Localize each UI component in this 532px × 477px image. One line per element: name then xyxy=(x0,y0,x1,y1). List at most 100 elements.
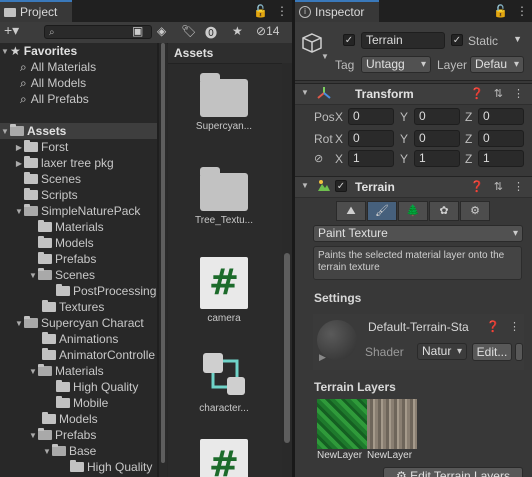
edit-terrain-layers-button[interactable]: ⚙ Edit Terrain Layers xyxy=(383,467,523,477)
favorites-header[interactable]: ▼ ★ Favorites xyxy=(0,43,157,59)
edit-shader-button[interactable]: Edit... xyxy=(472,343,512,361)
menu-icon[interactable]: ⋮ xyxy=(509,320,520,333)
favorite-item[interactable]: ⌕ All Materials xyxy=(0,59,157,75)
scale-z-field[interactable]: 1 xyxy=(478,150,524,167)
tree-item[interactable]: AnimatorControlle xyxy=(0,347,157,363)
rotation-x-field[interactable]: 0 xyxy=(348,130,394,147)
chevron-down-icon[interactable]: ▼ xyxy=(321,52,329,61)
menu-icon[interactable]: ⋮ xyxy=(516,4,528,18)
scale-x-field[interactable]: 1 xyxy=(348,150,394,167)
chevron-down-icon[interactable]: ▼ xyxy=(42,447,52,456)
chevron-down-icon[interactable]: ▼ xyxy=(301,88,309,97)
paint-mode-dropdown[interactable]: Paint Texture xyxy=(313,225,523,242)
position-z-field[interactable]: 0 xyxy=(478,108,524,125)
chevron-down-icon[interactable]: ▼ xyxy=(28,271,38,280)
tree-item[interactable]: Models xyxy=(0,411,157,427)
chevron-down-icon[interactable]: ▼ xyxy=(0,47,10,56)
layer-dropdown[interactable]: Defau xyxy=(470,56,524,73)
menu-icon[interactable]: ⋮ xyxy=(513,180,524,193)
terrain-layer-bark[interactable] xyxy=(367,399,417,449)
tree-item[interactable]: PostProcessing xyxy=(0,283,157,299)
preset-icon[interactable]: ⇅ xyxy=(494,87,503,100)
help-icon[interactable]: ❓ xyxy=(470,87,484,100)
tree-item[interactable]: Models xyxy=(0,235,157,251)
tab-inspector[interactable]: i Inspector xyxy=(295,0,379,22)
position-x-field[interactable]: 0 xyxy=(348,108,394,125)
scale-y-field[interactable]: 1 xyxy=(414,150,460,167)
chevron-down-icon[interactable]: ▼ xyxy=(513,34,522,44)
warning-icon[interactable]: ⓿ xyxy=(205,24,217,41)
chevron-down-icon[interactable]: ▼ xyxy=(28,367,38,376)
favorite-item[interactable]: ⌕ All Models xyxy=(0,75,157,91)
transform-header[interactable]: ▼ Transform ❓ ⇅ ⋮ xyxy=(295,83,532,105)
filter-by-label-icon[interactable]: 🏷 xyxy=(181,24,196,38)
terrain-enabled-checkbox[interactable]: ✓ xyxy=(335,180,347,192)
scale-link-icon[interactable]: ⊘ xyxy=(314,152,323,165)
tree-item[interactable]: High Quality xyxy=(0,379,157,395)
lock-icon[interactable]: 🔓 xyxy=(253,4,268,18)
add-icon[interactable]: +▾ xyxy=(4,22,19,39)
tree-item-assets[interactable]: ▼ Assets xyxy=(0,123,157,139)
search-options-icon[interactable]: ▣ xyxy=(132,24,143,38)
active-checkbox[interactable]: ✓ xyxy=(343,34,355,46)
tree-item[interactable]: Scripts xyxy=(0,187,157,203)
paint-terrain-tool-button[interactable]: 🖌 xyxy=(367,201,397,221)
chevron-right-icon[interactable]: ▶ xyxy=(14,143,24,152)
paint-trees-tool-button[interactable]: 🌲 xyxy=(398,201,428,221)
terrain-layer-grass[interactable] xyxy=(317,399,367,449)
shader-dropdown[interactable]: Natur xyxy=(417,343,467,360)
tree-item[interactable]: Materials xyxy=(0,219,157,235)
tree-scrollbar[interactable] xyxy=(159,43,167,477)
paint-details-tool-button[interactable]: ✿ xyxy=(429,201,459,221)
chevron-down-icon[interactable]: ▼ xyxy=(14,319,24,328)
chevron-down-icon[interactable]: ▼ xyxy=(14,207,24,216)
tree-item[interactable]: ▼ Supercyan Charact xyxy=(0,315,157,331)
tree-item[interactable]: Scenes xyxy=(0,171,157,187)
tag-dropdown[interactable]: Untagg xyxy=(361,56,431,73)
asset-item[interactable]: Tree_Textu... xyxy=(186,167,262,226)
tab-project[interactable]: Project xyxy=(0,0,72,22)
asset-item[interactable]: # xyxy=(186,439,262,477)
object-name-field[interactable]: Terrain xyxy=(361,32,445,49)
tree-item[interactable]: ▶ Forst xyxy=(0,139,157,155)
tree-item[interactable]: ▼ Base xyxy=(0,443,157,459)
star-icon[interactable]: ★ xyxy=(232,24,243,38)
chevron-down-icon[interactable]: ▼ xyxy=(301,181,309,190)
asset-grid-scroll-thumb[interactable] xyxy=(284,253,290,443)
asset-item[interactable]: character... xyxy=(186,349,262,414)
filter-by-type-icon[interactable]: ◈ xyxy=(157,24,166,38)
tree-item[interactable]: ▼ Materials xyxy=(0,363,157,379)
tree-item[interactable]: Mobile xyxy=(0,395,157,411)
chevron-down-icon[interactable]: ▼ xyxy=(0,127,10,136)
tree-item[interactable]: Animations xyxy=(0,331,157,347)
rotation-y-field[interactable]: 0 xyxy=(414,130,460,147)
tree-item[interactable]: ▼ Prefabs xyxy=(0,427,157,443)
menu-icon[interactable]: ⋮ xyxy=(513,87,524,100)
asset-grid-scrollbar[interactable] xyxy=(282,63,292,477)
terrain-settings-tool-button[interactable]: ⚙ xyxy=(460,201,490,221)
play-icon[interactable]: ▶ xyxy=(319,352,326,363)
tree-item[interactable]: Prefabs xyxy=(0,251,157,267)
lock-icon[interactable]: 🔓 xyxy=(493,4,508,18)
tree-item[interactable]: High Quality xyxy=(0,459,157,475)
chevron-right-icon[interactable]: ▶ xyxy=(14,159,24,168)
position-y-field[interactable]: 0 xyxy=(414,108,460,125)
rotation-z-field[interactable]: 0 xyxy=(478,130,524,147)
hidden-packages-icon[interactable]: ⊘14 xyxy=(256,24,279,38)
terrain-header[interactable]: ▼ ✓ Terrain ❓ ⇅ ⋮ xyxy=(295,176,532,198)
tree-item[interactable]: ▼ SimpleNaturePack xyxy=(0,203,157,219)
help-icon[interactable]: ❓ xyxy=(470,180,484,193)
asset-item[interactable]: # camera xyxy=(186,257,262,324)
chevron-down-icon[interactable]: ▼ xyxy=(28,431,38,440)
tree-item[interactable]: Textures xyxy=(0,299,157,315)
asset-item[interactable]: Supercyan... xyxy=(186,73,262,132)
preset-icon[interactable]: ⇅ xyxy=(494,180,503,193)
favorite-item[interactable]: ⌕ All Prefabs xyxy=(0,91,157,107)
shader-extra-button[interactable] xyxy=(515,343,523,361)
tree-scroll-thumb[interactable] xyxy=(161,43,165,463)
menu-icon[interactable]: ⋮ xyxy=(276,4,288,18)
raise-lower-tool-button[interactable]: ⛰ xyxy=(336,201,366,221)
tree-item[interactable]: ▼ Scenes xyxy=(0,267,157,283)
tree-item[interactable]: ▶ laxer tree pkg xyxy=(0,155,157,171)
static-checkbox[interactable]: ✓ xyxy=(451,34,463,46)
